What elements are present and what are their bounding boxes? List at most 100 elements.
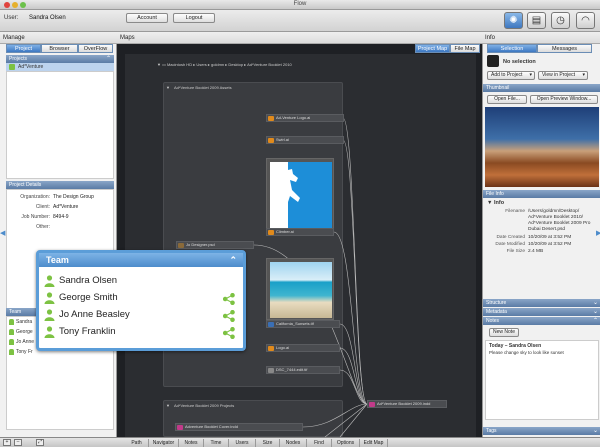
info-disclosure[interactable]: ▼ Info	[487, 200, 504, 206]
project-details-header[interactable]: Project Details	[6, 181, 114, 189]
detail-key: Organization:	[20, 194, 50, 200]
map-node-label: Logo.ai	[276, 345, 290, 350]
chevron-down-icon[interactable]: ⌄	[593, 299, 598, 307]
manage-panel: Project Browser OverFlow Projects ⌃ Ad*Ve…	[0, 44, 117, 437]
team-small-name: George	[16, 329, 33, 335]
tab-edit-map[interactable]: Edit Map	[360, 439, 388, 447]
chevron-down-icon[interactable]: ⌄	[593, 308, 598, 316]
chevron-up-icon[interactable]: ⌃	[229, 253, 237, 267]
chevron-up-icon[interactable]: ⌃	[593, 317, 598, 325]
map-node[interactable]: Adventure Booklet Cover.indd	[175, 423, 303, 431]
map-node-indd[interactable]: Ad*Venture Booklet 2009.indd	[367, 400, 447, 408]
team-member[interactable]: George Smith	[44, 290, 234, 306]
network-map-icon[interactable]: ✺	[504, 12, 523, 29]
projects-list	[6, 71, 114, 179]
file-info-section-header[interactable]: File Info	[483, 190, 600, 198]
beach-thumbnail[interactable]	[266, 258, 334, 320]
window-titlebar: Flow	[0, 0, 600, 10]
structure-section-header[interactable]: Structure ⌄	[483, 299, 600, 307]
projects-section-header[interactable]: Projects ⌃	[6, 55, 114, 63]
share-icon[interactable]	[223, 327, 235, 339]
tab-file-map[interactable]: File Map	[450, 44, 480, 53]
open-preview-button[interactable]: Open Preview Window...	[530, 95, 598, 104]
tab-users[interactable]: Users	[229, 439, 256, 447]
map-node-label: Climber.ai	[276, 229, 294, 234]
tab-browser[interactable]: Browser	[41, 44, 78, 53]
detail-value: Ad*Venture	[53, 204, 79, 210]
tab-options[interactable]: Options	[332, 439, 360, 447]
tab-path[interactable]: Path	[125, 439, 149, 447]
chevron-down-icon[interactable]: ⌄	[593, 427, 598, 435]
collapse-right-arrow-icon[interactable]: ▶	[596, 229, 600, 237]
map-node[interactable]: Jo Designer.psd	[176, 241, 254, 249]
metadata-section-header[interactable]: Metadata ⌄	[483, 308, 600, 316]
map-node[interactable]: DSC_7444.edit.tif	[266, 366, 340, 374]
image-file-icon	[268, 368, 274, 373]
top-toolbar: User: Sandra Olsen Account Logout ✺ ▤ ◷ …	[0, 10, 600, 32]
map-node[interactable]: California_Sunsets.tif	[266, 320, 340, 328]
add-icon[interactable]: +	[3, 439, 11, 446]
account-button[interactable]: Account	[126, 13, 168, 23]
info-label: Info	[493, 200, 505, 206]
info-key: Filename	[505, 209, 525, 214]
project-folder-icon	[9, 64, 15, 70]
collapse-left-arrow-icon[interactable]: ◀	[0, 229, 5, 237]
tags-section-header[interactable]: Tags ⌄	[483, 427, 600, 435]
tab-selection[interactable]: Selection	[487, 44, 537, 53]
tab-notes[interactable]: Notes	[179, 439, 204, 447]
info-row: File Size 2.4 MB	[485, 249, 544, 254]
team-popup[interactable]: Team ⌃ Sandra Olsen George Smith Jo Anne…	[36, 250, 246, 351]
files-stack-icon[interactable]: ▤	[527, 12, 546, 29]
desert-thumbnail-image[interactable]	[485, 107, 599, 187]
logout-button[interactable]: Logout	[173, 13, 215, 23]
tab-find[interactable]: Find	[307, 439, 332, 447]
tab-navigator[interactable]: Navigator	[149, 439, 179, 447]
tab-size[interactable]: Size	[256, 439, 280, 447]
chevron-up-icon[interactable]: ⌃	[106, 55, 111, 63]
new-note-button[interactable]: New Note	[489, 328, 519, 337]
map-node[interactable]: Logo.ai	[266, 344, 340, 352]
tab-nodes[interactable]: Nodes	[280, 439, 307, 447]
climber-thumbnail[interactable]	[266, 158, 334, 230]
maps-column-header: Maps	[117, 32, 482, 44]
remove-icon[interactable]: –	[14, 439, 22, 446]
structure-header-label: Structure	[486, 300, 507, 306]
view-in-project-dropdown[interactable]: View in Project	[538, 71, 588, 80]
team-member-name: Jo Anne Beasley	[59, 309, 130, 320]
tab-messages[interactable]: Messages	[537, 44, 592, 53]
tab-time[interactable]: Time	[204, 439, 229, 447]
share-icon[interactable]	[223, 293, 235, 305]
thumbnail-section-header[interactable]: Thumbnail	[483, 84, 600, 92]
open-file-button[interactable]: Open File...	[487, 95, 527, 104]
team-small-item[interactable]: Sandra	[9, 319, 32, 325]
clock-icon[interactable]: ◷	[551, 12, 570, 29]
map-bottom-tabs: Path Navigator Notes Time Users Size Nod…	[125, 437, 476, 447]
map-canvas[interactable]: ▼ ▭ Macintosh HD ▸ Users ▸ goldmn ▸ Desk…	[125, 54, 476, 437]
project-row-selected[interactable]: Ad*Venture	[6, 63, 114, 71]
left-status-bar: + – ⤢	[0, 437, 125, 447]
illustrator-file-icon	[268, 138, 274, 143]
team-small-item[interactable]: George	[9, 329, 33, 335]
team-member[interactable]: Sandra Olsen	[44, 273, 234, 289]
tab-overflow[interactable]: OverFlow	[78, 44, 113, 53]
notes-section-header[interactable]: Notes ⌃	[483, 317, 600, 325]
tab-project-map[interactable]: Project Map	[415, 44, 450, 53]
team-small-item[interactable]: Jo Anne	[9, 339, 34, 345]
speedometer-icon[interactable]: ◠	[576, 12, 595, 29]
map-node[interactable]: Ad-Venture Logo.ai	[266, 114, 344, 122]
person-icon	[9, 319, 14, 325]
team-member[interactable]: Tony Franklin	[44, 324, 234, 340]
window-title: Flow	[293, 1, 307, 7]
export-icon[interactable]: ⤢	[36, 439, 44, 446]
team-member[interactable]: Jo Anne Beasley	[44, 307, 234, 323]
info-value: /Users/goldmn/Desktop/	[528, 209, 580, 214]
map-node[interactable]: Climber.ai	[266, 228, 334, 236]
tab-project[interactable]: Project	[6, 44, 41, 53]
projects-header-label: Projects	[9, 56, 28, 62]
map-node[interactable]: Swirl.ai	[266, 136, 344, 144]
team-small-item[interactable]: Tony Fr	[9, 349, 33, 355]
climber-image-bg	[270, 162, 332, 228]
share-icon[interactable]	[223, 310, 235, 322]
add-to-project-dropdown[interactable]: Add to Project	[487, 71, 535, 80]
info-row: Filename/Users/goldmn/Desktop/	[485, 209, 579, 214]
